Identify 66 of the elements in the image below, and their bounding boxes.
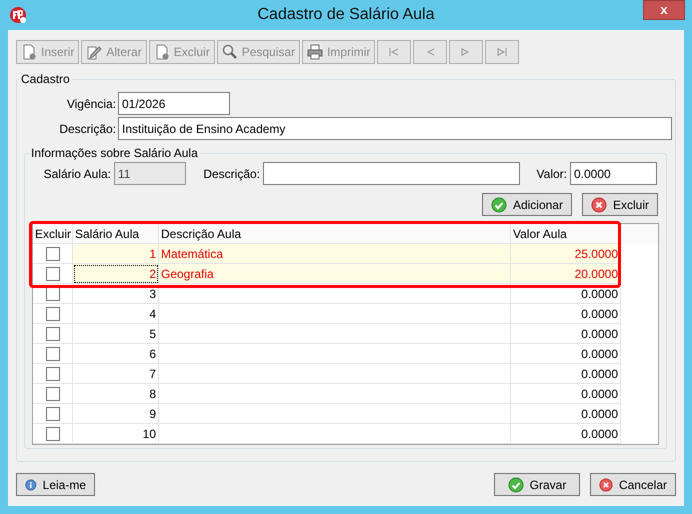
field-label: Descrição: (58, 122, 117, 136)
field-label: Vigência: (66, 96, 117, 110)
printer-icon (307, 44, 324, 60)
input-field[interactable]: 11 (114, 162, 186, 185)
table-cell: Geografia (159, 264, 511, 284)
checkbox[interactable] (46, 366, 60, 380)
checkbox[interactable] (46, 346, 60, 360)
table-cell: 25.0000 (511, 244, 621, 264)
document-add-icon (21, 44, 37, 60)
checkbox[interactable] (46, 306, 60, 320)
search-icon (222, 44, 238, 60)
table-cell: 20.0000 (511, 264, 621, 284)
table-cell: 0.0000 (511, 344, 621, 364)
table-cell: 0.0000 (511, 364, 621, 384)
table-cell: 3 (73, 284, 159, 304)
info-icon (25, 476, 37, 492)
table-cell: 8 (73, 384, 159, 404)
table-cell: 0.0000 (511, 384, 621, 404)
next-record-icon (461, 48, 472, 56)
app-logo-icon (9, 6, 27, 24)
cancel-icon (599, 476, 613, 492)
table-cell: 10 (73, 424, 159, 444)
table-cell: 2 (73, 264, 159, 284)
save-button[interactable]: Gravar (494, 473, 580, 496)
checkbox[interactable] (46, 426, 60, 440)
checkbox[interactable] (46, 326, 60, 340)
checkbox[interactable] (46, 246, 60, 260)
input-field[interactable]: 01/2026 (118, 92, 230, 115)
table-cell: 0.0000 (511, 284, 621, 304)
table-cell: 0.0000 (511, 404, 621, 424)
document-remove-icon (154, 44, 170, 60)
column-header[interactable]: Excluir (33, 224, 73, 244)
field-label: Descrição: (202, 166, 261, 180)
table-cell: 0.0000 (511, 304, 621, 324)
table-cell: 7 (73, 364, 159, 384)
last-record-icon (497, 48, 508, 56)
checkbox[interactable] (46, 406, 60, 420)
field-label: Salário Aula: (42, 166, 112, 180)
checkbox[interactable] (46, 386, 60, 400)
check-icon (508, 476, 524, 492)
checkbox[interactable] (46, 266, 60, 280)
field-label: Valor: (536, 166, 568, 180)
readme-button[interactable]: Leia-me (16, 473, 95, 496)
close-button[interactable]: x (643, 0, 685, 20)
table-cell: 1 (73, 244, 159, 264)
table-cell: 6 (73, 344, 159, 364)
window-title: Cadastro de Salário Aula (258, 6, 434, 24)
previous-record-icon (425, 48, 436, 56)
table-cell: 0.0000 (511, 324, 621, 344)
table-cell: 9 (73, 404, 159, 424)
add-button[interactable]: Adicionar (482, 193, 572, 216)
cancel-icon (590, 196, 607, 212)
group-title: Cadastro (20, 72, 71, 86)
table-cell: 5 (73, 324, 159, 344)
input-field[interactable]: Instituição de Ensino Academy (118, 117, 672, 140)
input-field[interactable] (263, 162, 520, 185)
group-title: Informações sobre Salário Aula (30, 146, 199, 160)
input-field[interactable]: 0.0000 (570, 162, 657, 185)
check-icon (490, 196, 507, 212)
document-edit-icon (86, 44, 102, 60)
cancel-button[interactable]: Cancelar (590, 473, 676, 496)
table-cell: 0.0000 (511, 424, 621, 444)
table-cell: 4 (73, 304, 159, 324)
delete-button[interactable]: Excluir (582, 193, 658, 216)
table-cell: Matemática (159, 244, 511, 264)
first-record-icon (389, 48, 400, 56)
